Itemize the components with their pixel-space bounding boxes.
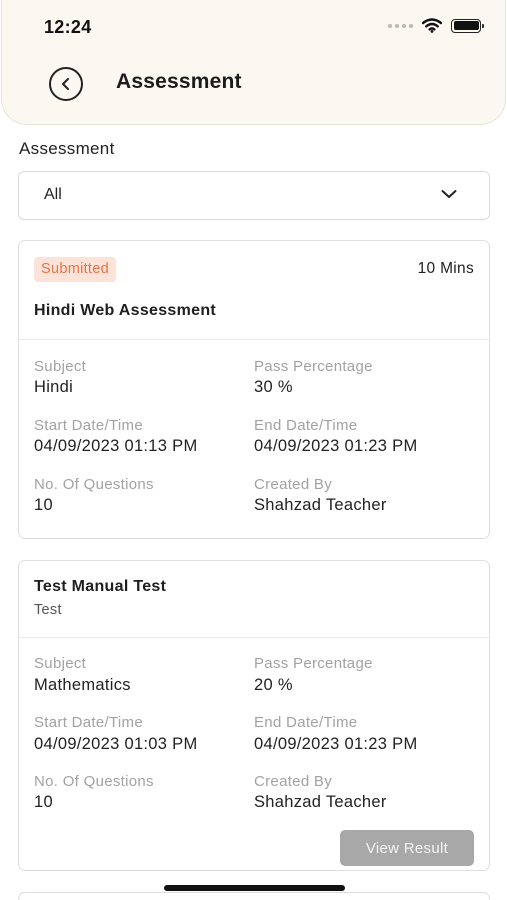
- battery-icon: [451, 18, 484, 33]
- subject-value: Mathematics: [34, 676, 131, 694]
- end-datetime-label: End Date/Time: [254, 714, 358, 731]
- status-icons: [388, 18, 484, 33]
- chevron-left-icon: [62, 78, 69, 90]
- start-datetime-label: Start Date/Time: [34, 714, 143, 731]
- end-datetime-label: End Date/Time: [254, 417, 358, 434]
- app-header: 12:24 Assessment: [1, 0, 506, 125]
- divider: [19, 339, 489, 340]
- home-indicator: [164, 885, 345, 891]
- page-title: Assessment: [116, 70, 242, 93]
- subject-label: Subject: [34, 655, 87, 672]
- created-by-value: Shahzad Teacher: [254, 496, 387, 514]
- subject-label: Subject: [34, 358, 87, 375]
- duration: 10 Mins: [417, 260, 474, 277]
- created-by-value: Shahzad Teacher: [254, 793, 387, 811]
- assessment-title: Test Manual Test: [34, 578, 167, 595]
- created-by-label: Created By: [254, 476, 333, 493]
- pass-percentage-label: Pass Percentage: [254, 655, 373, 672]
- questions-value: 10: [34, 793, 53, 811]
- signal-dots-icon: [388, 23, 413, 28]
- status-badge: Submitted: [34, 257, 116, 282]
- back-button[interactable]: [49, 67, 83, 101]
- pass-percentage-value: 30 %: [254, 378, 293, 396]
- assessment-card[interactable]: Submitted 10 Mins Hindi Web Assessment S…: [18, 240, 490, 539]
- start-datetime-value: 04/09/2023 01:13 PM: [34, 437, 198, 455]
- divider: [19, 637, 489, 638]
- assessment-filter-select[interactable]: All: [18, 171, 490, 220]
- questions-value: 10: [34, 496, 53, 514]
- status-time: 12:24: [44, 17, 92, 37]
- pass-percentage-value: 20 %: [254, 676, 293, 694]
- assessment-card[interactable]: [18, 892, 490, 900]
- assessment-subtitle: Test: [34, 602, 62, 618]
- end-datetime-value: 04/09/2023 01:23 PM: [254, 735, 418, 753]
- created-by-label: Created By: [254, 773, 333, 790]
- assessment-card[interactable]: Test Manual Test Test Subject Mathematic…: [18, 560, 490, 871]
- view-result-button[interactable]: View Result: [340, 830, 474, 866]
- filter-label: Assessment: [19, 139, 115, 158]
- chevron-down-icon: [441, 190, 457, 198]
- subject-value: Hindi: [34, 378, 74, 396]
- pass-percentage-label: Pass Percentage: [254, 358, 373, 375]
- questions-label: No. Of Questions: [34, 476, 154, 493]
- assessment-title: Hindi Web Assessment: [34, 302, 217, 319]
- end-datetime-value: 04/09/2023 01:23 PM: [254, 437, 418, 455]
- questions-label: No. Of Questions: [34, 773, 154, 790]
- start-datetime-value: 04/09/2023 01:03 PM: [34, 735, 198, 753]
- wifi-icon: [422, 18, 442, 33]
- filter-selected-value: All: [44, 186, 62, 203]
- start-datetime-label: Start Date/Time: [34, 417, 143, 434]
